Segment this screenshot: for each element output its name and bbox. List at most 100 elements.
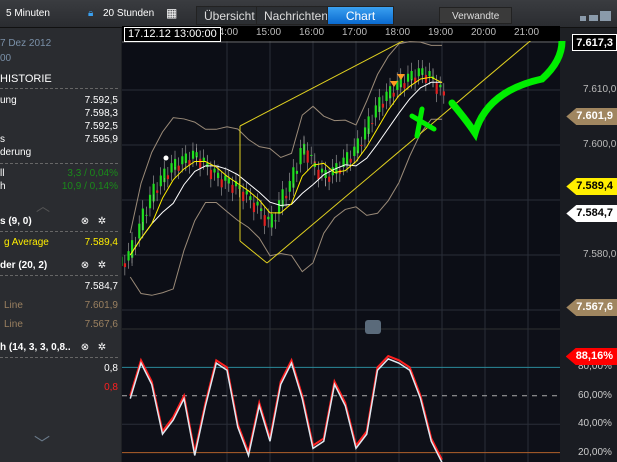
candle	[184, 153, 187, 162]
range-select[interactable]: 20 Stunden	[103, 8, 154, 19]
history-row: derung	[0, 147, 32, 158]
candle	[213, 168, 216, 173]
candle	[127, 251, 130, 261]
price-tick-label: 7.580,0	[583, 249, 617, 260]
medium-view-icon[interactable]	[589, 15, 598, 21]
time-text: 00	[0, 53, 12, 64]
candle	[242, 191, 245, 202]
marker-dot	[163, 155, 169, 161]
settings-gear-icon[interactable]: ✲	[97, 261, 107, 271]
tab-news[interactable]: Nachrichten	[256, 6, 337, 25]
settings-gear-icon[interactable]: ✲	[97, 343, 107, 353]
price-label: 7.589,4	[566, 178, 617, 195]
candle	[428, 71, 431, 77]
change-row: h 10,9 / 0,14%	[0, 181, 118, 192]
lock-icon[interactable]: 🔒︎	[88, 8, 93, 19]
stochastic-tick-label: 40,00%	[578, 418, 612, 430]
candle	[353, 146, 356, 156]
time-tick-label: 16:00	[299, 27, 325, 38]
tab-chart[interactable]: Chart	[327, 6, 394, 25]
candle	[285, 195, 288, 199]
candle	[424, 74, 428, 83]
candle	[274, 220, 277, 222]
candle	[406, 73, 410, 82]
candle	[346, 152, 349, 162]
candle	[159, 175, 162, 187]
divider	[0, 275, 118, 276]
related-button[interactable]: Verwandte	[439, 7, 513, 24]
candle	[220, 179, 223, 188]
price-tick-label: 7.600,0	[583, 139, 617, 150]
toolbar: 5 Minuten 🔒︎ 20 Stunden ▦ Übersicht Nach…	[0, 0, 617, 28]
candle	[270, 214, 273, 228]
divider	[0, 231, 118, 232]
chevron-up-icon[interactable]: ︿	[36, 196, 50, 216]
candle	[378, 97, 381, 107]
time-tick-label: 18:00	[385, 27, 411, 38]
candle	[202, 157, 205, 162]
candle	[374, 105, 377, 118]
candle	[281, 189, 284, 200]
candle	[195, 152, 198, 156]
candle	[163, 168, 166, 178]
small-view-icon[interactable]	[580, 16, 586, 21]
candle	[152, 183, 155, 195]
divider	[0, 357, 118, 358]
candle	[288, 181, 291, 192]
candle	[389, 86, 392, 96]
candle	[356, 138, 359, 151]
candle	[267, 216, 270, 220]
remove-indicator-icon[interactable]: ⊗	[80, 217, 90, 227]
candle	[252, 202, 256, 213]
candle	[295, 170, 299, 174]
indicator-value-row: 0,8	[104, 382, 118, 393]
remove-indicator-icon[interactable]: ⊗	[80, 343, 90, 353]
calendar-icon[interactable]: ▦	[166, 6, 177, 20]
candle	[145, 214, 148, 216]
candle	[317, 169, 320, 180]
interval-select[interactable]: 5 Minuten	[6, 8, 50, 19]
candle	[227, 178, 230, 184]
candle	[249, 196, 252, 200]
candle	[231, 184, 234, 193]
candle	[224, 175, 227, 181]
history-row: 7.592,5	[84, 121, 118, 132]
candle	[421, 68, 424, 74]
price-label: 7.617,3	[572, 34, 617, 51]
indicator-value-row: Line 7.567,6	[4, 319, 118, 330]
candle	[328, 176, 331, 182]
history-row: s 7.595,9	[0, 134, 118, 145]
indicator-value-row: Line 7.601,9	[4, 300, 118, 311]
indicator-value-row: 7.584,7	[84, 281, 118, 292]
tab-overview[interactable]: Übersicht	[196, 6, 263, 25]
candle	[439, 84, 442, 88]
remove-indicator-icon[interactable]: ⊗	[80, 261, 90, 271]
candle	[156, 190, 159, 193]
change-row: ll 3,3 / 0,04%	[0, 168, 118, 179]
divider	[0, 163, 118, 164]
large-view-icon[interactable]	[600, 11, 611, 21]
candle	[292, 167, 295, 184]
candle	[141, 208, 144, 222]
stochastic-tick-label: 60,00%	[578, 389, 612, 401]
candle	[170, 163, 173, 173]
candle	[277, 200, 281, 214]
candle	[263, 215, 266, 226]
candle	[303, 143, 306, 145]
candle	[181, 156, 184, 165]
candle	[381, 103, 385, 108]
candle	[392, 92, 395, 97]
candle	[138, 223, 141, 239]
date-text: 7 Dez 2012	[0, 38, 52, 49]
candle	[256, 201, 259, 206]
candle	[417, 68, 420, 77]
settings-gear-icon[interactable]: ✲	[97, 217, 107, 227]
chart-area[interactable]: 7.610,0 7.600,0 7.580,0 7.617,3 7.601,9 7.589…	[122, 34, 617, 462]
time-tick-label: 19:00	[428, 27, 454, 38]
price-label: 7.601,9	[566, 108, 617, 125]
crosshair-time-label: 17.12.12 13:00:00	[124, 27, 221, 42]
price-tick-label: 7.610,0	[583, 84, 617, 95]
candle	[245, 190, 248, 195]
chevron-down-icon[interactable]: ﹀	[34, 430, 50, 454]
candle	[177, 165, 180, 171]
